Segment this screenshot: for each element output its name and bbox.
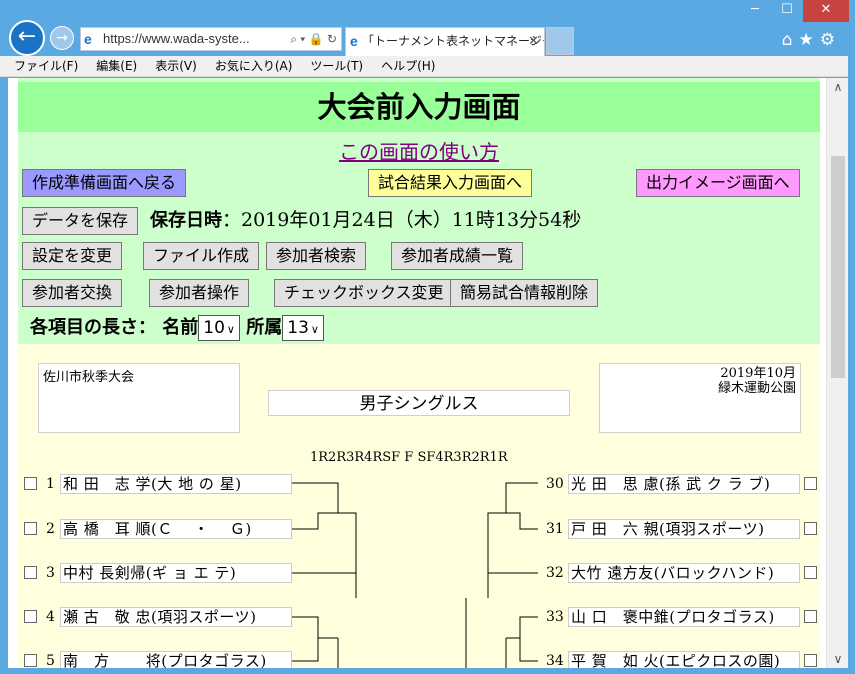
entry-number: 2 (46, 521, 55, 537)
back-arrow-icon[interactable]: ← (9, 20, 45, 56)
browser-window: ─ ☐ ✕ ← → e https://www.wada-syste... ⌕ … (0, 0, 855, 674)
entry-checkbox[interactable] (804, 654, 817, 667)
vertical-scrollbar[interactable]: ∧ ∨ (826, 78, 848, 668)
entry-number: 4 (46, 609, 55, 625)
entry-checkbox[interactable] (804, 566, 817, 579)
entry-number: 34 (546, 653, 564, 668)
close-window-button[interactable]: ✕ (803, 0, 849, 22)
window-border-right (848, 56, 855, 674)
page-viewport: 大会前入力画面 この画面の使い方 作成準備画面へ戻る 試合結果入力画面へ 出力イ… (8, 78, 826, 668)
menu-bar: ファイル(F) 編集(E) 表示(V) お気に入り(A) ツール(T) ヘルプ(… (0, 56, 855, 77)
menu-view[interactable]: 表示(V) (155, 56, 197, 76)
entry-name[interactable]: 瀬 古 敬 忠(項羽スポーツ) (60, 607, 292, 627)
menu-help[interactable]: ヘルプ(H) (381, 56, 435, 76)
star-icon[interactable]: ★ (799, 30, 820, 50)
entry-number: 30 (546, 476, 564, 492)
entry-number: 1 (46, 476, 55, 492)
entry-name[interactable]: 南 方 将(プロタゴラス) (60, 651, 292, 668)
entry-name[interactable]: 光 田 思 慮(孫 武 ク ラ ブ) (568, 474, 800, 494)
toolbar-icons: ⌂★⚙ (782, 30, 841, 50)
entry-checkbox[interactable] (24, 610, 37, 623)
entry-checkbox[interactable] (804, 522, 817, 535)
entry-checkbox[interactable] (24, 566, 37, 579)
entry-name[interactable]: 高 橋 耳 順(Ｃ ・ Ｇ) (60, 519, 292, 539)
window-controls: ─ ☐ ✕ (739, 0, 849, 22)
entry-name[interactable]: 戸 田 六 親(項羽スポーツ) (568, 519, 800, 539)
page-content: 大会前入力画面 この画面の使い方 作成準備画面へ戻る 試合結果入力画面へ 出力イ… (18, 78, 820, 668)
entry-name[interactable]: 大竹 遠方友(バロックハンド) (568, 563, 800, 583)
entry-name[interactable]: 山 口 褒中錐(プロタゴラス) (568, 607, 800, 627)
scroll-thumb[interactable] (831, 156, 845, 378)
scroll-down-icon[interactable]: ∨ (827, 650, 849, 668)
entry-name[interactable]: 中村 長剣帰(ギ ョ エ テ) (60, 563, 292, 583)
browser-tab[interactable]: e ｢トーナメント表ネットマネージャ... ✕ (345, 27, 545, 56)
entry-checkbox[interactable] (804, 610, 817, 623)
window-border-left (0, 78, 8, 668)
entry-number: 32 (546, 565, 564, 581)
menu-file[interactable]: ファイル(F) (14, 56, 78, 76)
menu-edit[interactable]: 編集(E) (96, 56, 137, 76)
minimize-button[interactable]: ─ (739, 0, 771, 22)
entry-number: 3 (46, 565, 55, 581)
ie-logo-icon: e (84, 31, 92, 47)
entry-name[interactable]: 平 賀 如 火(エピクロスの園) (568, 651, 800, 668)
new-tab-button[interactable] (546, 27, 574, 55)
gear-icon[interactable]: ⚙ (820, 30, 841, 50)
entry-checkbox[interactable] (24, 654, 37, 667)
scroll-up-icon[interactable]: ∧ (827, 78, 849, 96)
title-bar: ─ ☐ ✕ ← → e https://www.wada-syste... ⌕ … (0, 0, 855, 56)
entry-checkbox[interactable] (24, 477, 37, 490)
maximize-button[interactable]: ☐ (771, 0, 803, 22)
menu-tools[interactable]: ツール(T) (310, 56, 363, 76)
entry-checkbox[interactable] (24, 522, 37, 535)
menu-favorites[interactable]: お気に入り(A) (215, 56, 293, 76)
entry-number: 31 (546, 521, 564, 537)
address-text: https://www.wada-syste... (103, 31, 250, 46)
entry-number: 33 (546, 609, 564, 625)
address-tools-icon[interactable]: ⌕ ▾ 🔒 ↻ (290, 28, 337, 50)
entry-number: 5 (46, 653, 55, 668)
home-icon[interactable]: ⌂ (782, 30, 799, 50)
entry-checkbox[interactable] (804, 477, 817, 490)
forward-arrow-icon[interactable]: → (50, 26, 74, 50)
address-bar[interactable]: e https://www.wada-syste... ⌕ ▾ 🔒 ↻ (80, 27, 342, 51)
entry-name[interactable]: 和 田 志 学(大 地 の 星) (60, 474, 292, 494)
tab-title: ｢トーナメント表ネットマネージャ... (368, 34, 545, 48)
window-border-bottom (0, 668, 855, 674)
close-tab-icon[interactable]: ✕ (528, 28, 539, 54)
tab-ie-icon: e (350, 33, 358, 49)
